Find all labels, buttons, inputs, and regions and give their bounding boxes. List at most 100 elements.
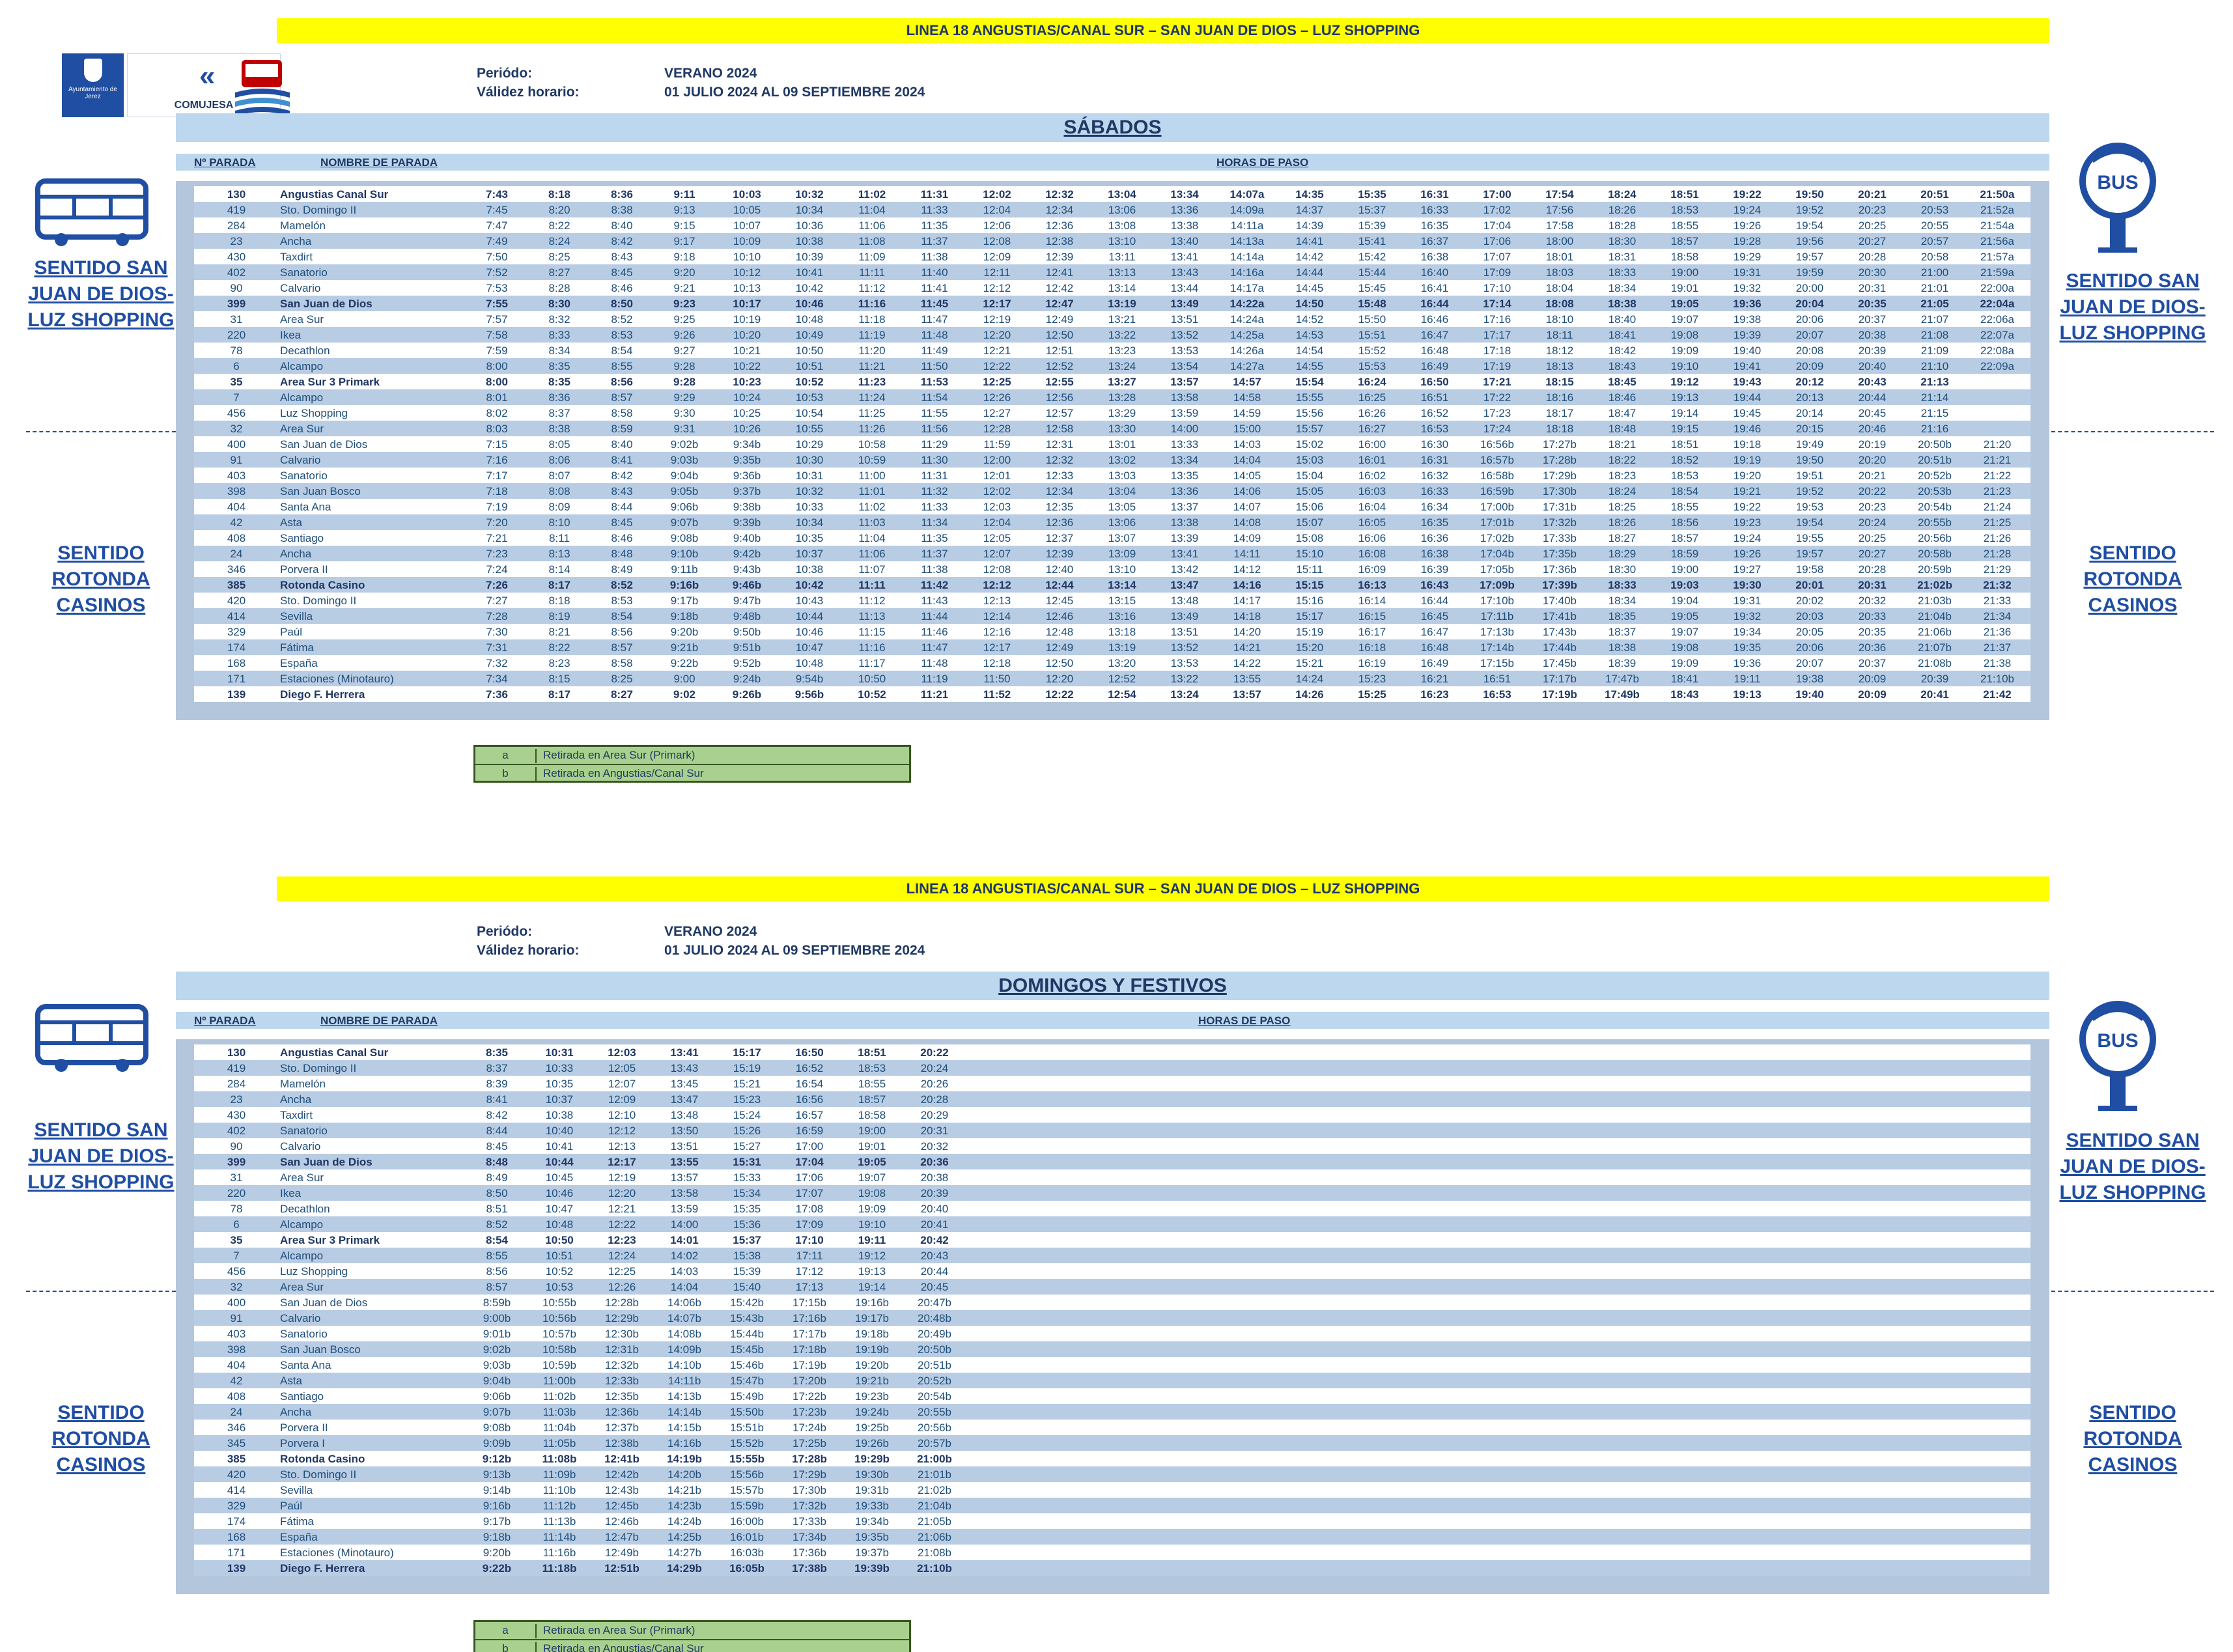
departure-time: 15:55 bbox=[1295, 391, 1324, 404]
departure-time: 18:53 bbox=[1670, 204, 1699, 216]
day-type-title: SÁBADOS bbox=[176, 113, 2049, 142]
stop-name: Ikea bbox=[280, 329, 302, 341]
departure-time: 17:36b bbox=[1543, 563, 1577, 576]
departure-time: 10:32 bbox=[795, 188, 824, 201]
departure-time: 7:43 bbox=[485, 188, 509, 201]
departure-time: 13:41 bbox=[1170, 548, 1199, 560]
departure-time: 12:09 bbox=[608, 1093, 636, 1106]
departure-time: 12:12 bbox=[608, 1125, 636, 1137]
departure-time: 18:13 bbox=[1545, 360, 1574, 372]
departure-time: 14:42 bbox=[1295, 251, 1324, 263]
departure-time: 16:32 bbox=[1420, 469, 1449, 482]
departure-time: 19:00 bbox=[1670, 563, 1699, 576]
departure-time: 14:26 bbox=[1295, 688, 1324, 701]
departure-time: 15:37 bbox=[1358, 204, 1386, 216]
departure-time: 17:32b bbox=[1543, 516, 1577, 529]
stop-name: Ancha bbox=[280, 1406, 312, 1418]
departure-time: 13:57 bbox=[670, 1171, 699, 1184]
departure-time: 20:27 bbox=[1858, 548, 1887, 560]
departure-time: 10:54 bbox=[795, 407, 824, 419]
departure-time: 21:57a bbox=[1980, 251, 2014, 263]
departure-time: 21:00 bbox=[1920, 266, 1949, 279]
table-row: 408 Santiago 9:06b 11:02b 12:35b 14:13b 15:49b… bbox=[194, 1388, 2030, 1404]
departure-time: 17:16b bbox=[793, 1312, 826, 1324]
departure-time: 9:20b bbox=[670, 626, 699, 638]
departure-time: 8:19 bbox=[548, 610, 570, 623]
departure-time: 10:52 bbox=[795, 376, 824, 388]
departure-time: 9:28 bbox=[673, 376, 696, 388]
departure-time: 10:41 bbox=[545, 1140, 574, 1153]
departure-time: 9:20 bbox=[673, 266, 695, 279]
departure-time: 12:06 bbox=[983, 219, 1011, 232]
departure-time: 11:02 bbox=[858, 501, 886, 513]
departure-time: 17:54 bbox=[1545, 188, 1574, 201]
departure-time: 15:21 bbox=[733, 1078, 761, 1090]
legend-row: a Retirada en Area Sur (Primark) bbox=[475, 747, 909, 764]
departure-time: 9:07b bbox=[670, 516, 699, 529]
departure-time: 14:24a bbox=[1230, 313, 1264, 326]
departure-time: 10:50 bbox=[858, 673, 886, 685]
departure-time: 20:45 bbox=[920, 1281, 949, 1293]
stop-number: 139 bbox=[227, 688, 246, 701]
departure-time: 18:00 bbox=[1545, 235, 1574, 247]
departure-time: 19:35b bbox=[855, 1531, 889, 1543]
departure-time: 20:31 bbox=[1858, 282, 1887, 294]
departure-time: 20:04 bbox=[1795, 298, 1824, 310]
departure-time: 13:47 bbox=[670, 1093, 699, 1106]
departure-time: 8:36 bbox=[610, 188, 634, 201]
departure-time: 19:07 bbox=[1670, 313, 1699, 326]
departure-time: 18:11 bbox=[1546, 329, 1573, 341]
departure-time: 9:06b bbox=[670, 501, 699, 513]
departure-time: 13:34 bbox=[1170, 188, 1199, 201]
departure-time: 22:04a bbox=[1980, 298, 2015, 310]
departure-time: 10:53 bbox=[795, 391, 824, 404]
departure-time: 22:08a bbox=[1980, 344, 2014, 357]
departure-time: 17:02b bbox=[1480, 532, 1514, 544]
departure-time: 10:39 bbox=[795, 251, 824, 263]
departure-time: 16:01b bbox=[730, 1531, 764, 1543]
departure-time: 12:05 bbox=[983, 532, 1011, 544]
departure-time: 10:24 bbox=[733, 391, 761, 404]
day-type-title: DOMINGOS Y FESTIVOS bbox=[176, 972, 2049, 1000]
departure-time: 16:26 bbox=[1358, 407, 1386, 419]
departure-time: 12:49 bbox=[1045, 313, 1074, 326]
table-row: 419 Sto. Domingo II 8:37 10:33 12:05 13:43 15:… bbox=[194, 1060, 2030, 1076]
departure-time: 11:59 bbox=[983, 438, 1011, 451]
departure-time: 8:27 bbox=[548, 266, 570, 279]
departure-time: 10:29 bbox=[795, 438, 824, 451]
bus-stop-icon: BUS bbox=[2079, 143, 2156, 253]
departure-time: 9:18b bbox=[670, 610, 699, 623]
departure-time: 10:31 bbox=[795, 469, 824, 482]
departure-time: 7:15 bbox=[486, 438, 508, 451]
departure-time: 20:08 bbox=[1795, 344, 1824, 357]
departure-time: 10:59 bbox=[858, 454, 886, 466]
departure-time: 12:21 bbox=[608, 1203, 636, 1215]
departure-time: 8:36 bbox=[548, 391, 570, 404]
stop-name: Mamelón bbox=[280, 219, 326, 232]
departure-time: 15:47b bbox=[730, 1375, 764, 1387]
departure-time: 19:26 bbox=[1733, 548, 1762, 560]
departure-time: 15:34 bbox=[733, 1187, 761, 1199]
departure-time: 10:22 bbox=[733, 360, 761, 372]
departure-time: 13:47 bbox=[1170, 579, 1199, 591]
departure-time: 15:03 bbox=[1295, 454, 1324, 466]
departure-time: 12:56 bbox=[1045, 391, 1074, 404]
departure-time: 12:07 bbox=[983, 548, 1011, 560]
stop-name: San Juan de Dios bbox=[280, 438, 368, 451]
departure-time: 18:55 bbox=[1670, 219, 1699, 232]
stop-name: Luz Shopping bbox=[280, 407, 348, 419]
departure-time: 18:15 bbox=[1545, 376, 1574, 388]
departure-time: 9:02 bbox=[673, 688, 696, 701]
departure-time: 16:25 bbox=[1358, 391, 1386, 404]
departure-time: 18:41 bbox=[1670, 673, 1699, 685]
departure-time: 16:00 bbox=[1358, 438, 1386, 451]
departure-time: 13:36 bbox=[1170, 485, 1199, 497]
departure-time: 21:52a bbox=[1980, 204, 2014, 216]
stop-name: Asta bbox=[280, 516, 303, 529]
departure-time: 21:05b bbox=[918, 1515, 951, 1528]
departure-time: 8:06 bbox=[548, 454, 570, 466]
table-row: 404 Santa Ana 9:03b 10:59b 12:32b 14:10b 15:46… bbox=[194, 1357, 2030, 1373]
departure-time: 20:22 bbox=[920, 1046, 949, 1059]
departure-time: 12:35b bbox=[605, 1390, 639, 1403]
stop-name: Sevilla bbox=[280, 1484, 313, 1496]
